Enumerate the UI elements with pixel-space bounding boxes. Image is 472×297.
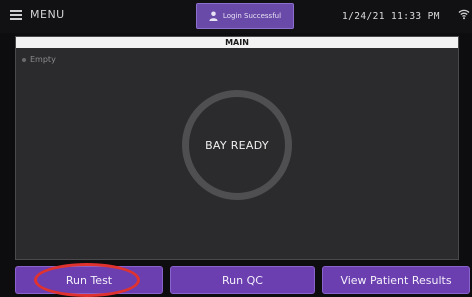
top-bar: MENU Login Successful 1/24/21 11:33 PM: [0, 0, 472, 33]
run-qc-button[interactable]: Run QC: [170, 266, 315, 294]
menu-button[interactable]: MENU: [10, 8, 65, 21]
menu-label: MENU: [30, 8, 65, 21]
hamburger-icon: [10, 9, 22, 20]
empty-label: Empty: [30, 55, 56, 64]
datetime: 1/24/21 11:33 PM: [342, 11, 440, 22]
run-test-button[interactable]: Run Test: [15, 266, 163, 294]
status-dot-icon: [22, 57, 26, 62]
wifi-icon: [458, 9, 470, 20]
bay-empty-indicator: Empty: [22, 55, 56, 64]
main-panel: MAIN Empty BAY READY: [15, 36, 459, 260]
login-status-text: Login Successful: [222, 12, 282, 20]
bay-status-text: BAY READY: [205, 138, 269, 152]
view-patient-results-button[interactable]: View Patient Results: [322, 266, 470, 294]
login-status-badge: Login Successful: [196, 3, 294, 29]
user-icon: [209, 11, 218, 21]
main-header: MAIN: [16, 37, 458, 48]
bay-status-ring: BAY READY: [182, 90, 292, 200]
